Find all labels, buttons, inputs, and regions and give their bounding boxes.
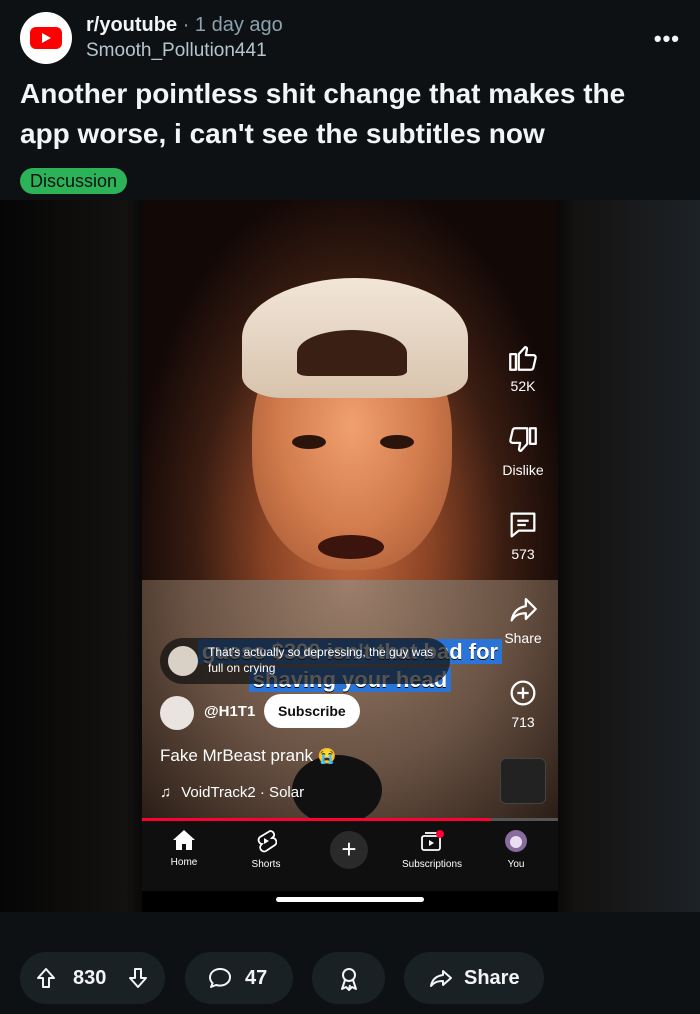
youtube-logo-icon xyxy=(30,27,62,49)
upvote-count: 830 xyxy=(73,967,107,989)
nav-you[interactable]: You xyxy=(476,829,556,870)
music-note-icon: ♫ xyxy=(160,784,172,801)
like-button[interactable]: 52K xyxy=(492,340,554,394)
create-button[interactable]: + xyxy=(330,831,368,869)
share-arrow-icon xyxy=(430,970,452,987)
comment-popup[interactable]: That's actually so depressing, the guy w… xyxy=(160,638,450,684)
channel-avatar[interactable] xyxy=(160,696,194,730)
nav-home-label: Home xyxy=(170,857,198,868)
track-name: VoidTrack2 · Solar xyxy=(181,784,305,801)
subreddit-avatar[interactable] xyxy=(20,12,72,64)
comment-bubble-icon xyxy=(209,968,231,988)
video-caption[interactable]: Fake MrBeast prank 😭 xyxy=(160,746,336,766)
more-options-icon[interactable]: ••• xyxy=(654,26,680,52)
video-hair xyxy=(297,330,407,376)
video-eye-left xyxy=(292,435,326,449)
video-mouth xyxy=(318,535,384,559)
subreddit-name[interactable]: r/youtube xyxy=(86,14,177,36)
share-action-label: Share xyxy=(464,967,520,989)
post-actions: 830 47 Share xyxy=(0,912,700,1014)
remix-count: 713 xyxy=(511,714,535,730)
music-track[interactable]: ♫ VoidTrack2 · Solar xyxy=(160,784,304,801)
post-time: 1 day ago xyxy=(194,14,283,36)
comments-button[interactable]: 573 xyxy=(492,508,554,562)
comment-count: 573 xyxy=(511,546,535,562)
like-count: 52K xyxy=(510,378,536,394)
bottom-navigation: Home Shorts + Subscriptions You xyxy=(142,821,558,891)
comment-count-action: 47 xyxy=(245,967,268,989)
share-action-button[interactable]: Share xyxy=(404,952,544,1004)
commenter-avatar xyxy=(168,646,198,676)
thumbs-up-icon xyxy=(509,345,537,371)
post-flair[interactable]: Discussion xyxy=(20,168,128,194)
separator-dot: · xyxy=(182,14,190,36)
subreddit-line: r/youtube · 1 day ago xyxy=(86,14,283,37)
subscriptions-icon xyxy=(421,830,444,851)
nav-home[interactable]: Home xyxy=(144,829,224,868)
nav-you-label: You xyxy=(507,859,525,870)
home-icon xyxy=(173,830,195,850)
upvote-arrow-icon[interactable] xyxy=(34,966,58,990)
comments-action-button[interactable]: 47 xyxy=(185,952,293,1004)
caption-text: Fake MrBeast prank xyxy=(160,746,314,765)
vote-control: 830 xyxy=(20,952,165,1004)
award-button[interactable] xyxy=(312,952,385,1004)
comment-icon xyxy=(510,512,536,538)
post-title: Another pointless shit change that makes… xyxy=(20,78,626,149)
dislike-label: Dislike xyxy=(502,462,544,478)
subscribe-button[interactable]: Subscribe xyxy=(264,694,360,728)
post-header: r/youtube · 1 day ago Smooth_Pollution44… xyxy=(20,12,680,72)
video-eye-right xyxy=(380,435,414,449)
downvote-arrow-icon[interactable] xyxy=(126,966,150,990)
home-indicator xyxy=(276,897,424,902)
nav-shorts-label: Shorts xyxy=(251,859,281,870)
thumbs-down-icon xyxy=(509,427,537,453)
crying-emoji-icon: 😭 xyxy=(317,748,337,765)
nav-subscriptions-label: Subscriptions xyxy=(401,859,463,870)
shorts-icon xyxy=(257,830,277,853)
profile-avatar-icon xyxy=(505,830,527,852)
comment-popup-text: That's actually so depressing, the guy w… xyxy=(208,645,434,675)
shorts-screenshot: 52K Dislike 573 Share 713 guess $300 isn… xyxy=(142,200,558,912)
sound-thumbnail[interactable] xyxy=(500,758,546,804)
nav-shorts[interactable]: Shorts xyxy=(226,829,306,870)
share-arrow-icon xyxy=(510,597,537,622)
award-icon xyxy=(341,968,357,991)
post-author[interactable]: Smooth_Pollution441 xyxy=(86,40,267,62)
nav-subscriptions[interactable]: Subscriptions xyxy=(392,829,472,870)
dislike-button[interactable]: Dislike xyxy=(492,424,554,478)
channel-name[interactable]: @H1T1 xyxy=(204,703,255,720)
